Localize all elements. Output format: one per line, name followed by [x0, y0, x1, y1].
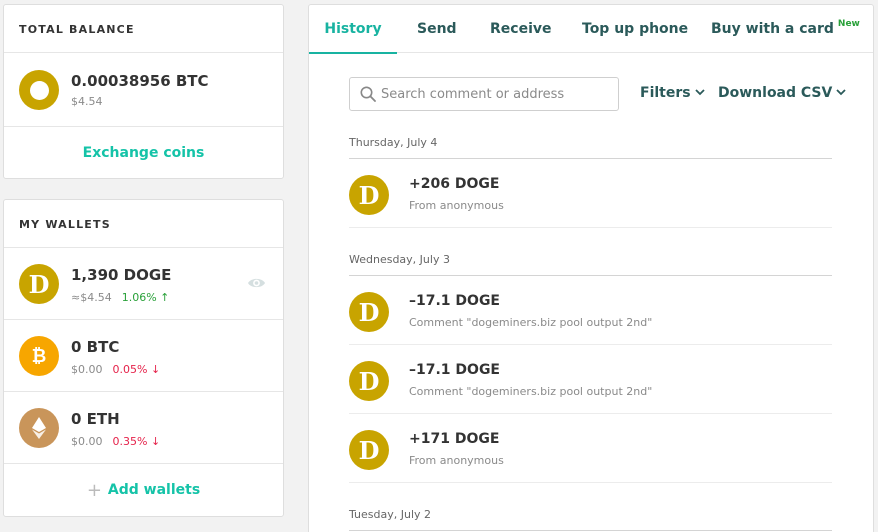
balance-coin-icon: [19, 70, 59, 110]
exchange-coins-link[interactable]: Exchange coins: [4, 127, 283, 179]
total-balance-row: 0.00038956 BTC $4.54: [4, 53, 283, 127]
filters-label: Filters: [640, 85, 691, 101]
add-wallets-button[interactable]: + Add wallets: [4, 464, 283, 516]
eye-icon[interactable]: [247, 276, 266, 290]
plus-icon: +: [86, 479, 102, 501]
doge-icon: D: [349, 175, 389, 215]
day-header: Thursday, July 4: [349, 136, 438, 149]
day-header: Tuesday, July 2: [349, 508, 432, 521]
tab-buy-with-card[interactable]: Buy with a card New: [711, 5, 860, 53]
day-divider: [349, 275, 832, 276]
wallet-fiat-line: $0.00 0.35% ↓: [71, 435, 160, 448]
doge-icon: D: [349, 430, 389, 470]
doge-icon: D: [349, 292, 389, 332]
search-box[interactable]: [349, 77, 619, 111]
transaction-detail: Comment "dogeminers.biz pool output 2nd": [409, 316, 653, 329]
my-wallets-title: MY WALLETS: [4, 200, 283, 248]
tab-history[interactable]: History: [309, 5, 397, 54]
total-balance-amount: 0.00038956 BTC: [71, 72, 209, 90]
tab-buy-label: Buy with a card: [711, 21, 834, 37]
transaction-amount: +206 DOGE: [409, 176, 500, 192]
chevron-down-icon: [836, 89, 846, 96]
tab-receive[interactable]: Receive: [490, 5, 552, 53]
transaction-amount: –17.1 DOGE: [409, 362, 500, 378]
doge-icon: D: [19, 264, 59, 304]
chevron-down-icon: [694, 89, 705, 96]
tab-top-up-phone[interactable]: Top up phone: [582, 5, 688, 53]
btc-icon: ₿: [19, 336, 59, 376]
day-divider: [349, 530, 832, 531]
total-balance-title: TOTAL BALANCE: [4, 5, 283, 53]
new-badge: New: [837, 19, 860, 29]
transaction-detail: From anonymous: [409, 454, 504, 467]
transaction-row[interactable]: D +206 DOGE From anonymous: [349, 160, 832, 228]
transaction-detail: From anonymous: [409, 199, 504, 212]
wallet-amount: 0 BTC: [71, 338, 120, 356]
download-csv-label: Download CSV: [718, 85, 833, 101]
search-input[interactable]: [381, 83, 611, 105]
transaction-row[interactable]: D +171 DOGE From anonymous: [349, 415, 832, 483]
wallet-fiat: ≈$4.54: [71, 291, 112, 304]
history-panel: History Send Receive Top up phone Buy wi…: [308, 4, 874, 532]
search-icon: [360, 86, 376, 102]
doge-icon: D: [349, 361, 389, 401]
tab-bar: History Send Receive Top up phone Buy wi…: [309, 5, 873, 54]
transaction-amount: +171 DOGE: [409, 431, 500, 447]
total-balance-fiat: $4.54: [71, 95, 103, 108]
add-wallets-label: Add wallets: [107, 482, 201, 498]
my-wallets-card: MY WALLETS D 1,390 DOGE ≈$4.54 1.06% ↑ ₿ …: [3, 199, 284, 517]
wallet-change: 0.35% ↓: [112, 435, 161, 448]
download-csv-dropdown[interactable]: Download CSV: [718, 85, 846, 101]
wallet-fiat-line: ≈$4.54 1.06% ↑: [71, 291, 169, 304]
day-header: Wednesday, July 3: [349, 253, 450, 266]
wallet-fiat: $0.00: [71, 435, 103, 448]
transaction-amount: –17.1 DOGE: [409, 293, 500, 309]
wallet-fiat: $0.00: [71, 363, 103, 376]
wallet-change: 0.05% ↓: [112, 363, 161, 376]
transaction-detail: Comment "dogeminers.biz pool output 2nd": [409, 385, 653, 398]
day-divider: [349, 158, 832, 159]
wallet-change: 1.06% ↑: [121, 291, 170, 304]
wallet-row-eth[interactable]: 0 ETH $0.00 0.35% ↓: [4, 392, 283, 464]
wallet-amount: 0 ETH: [71, 410, 120, 428]
eth-diamond-icon: [32, 417, 46, 439]
wallet-row-btc[interactable]: ₿ 0 BTC $0.00 0.05% ↓: [4, 320, 283, 392]
wallet-row-doge[interactable]: D 1,390 DOGE ≈$4.54 1.06% ↑: [4, 248, 283, 320]
tab-send[interactable]: Send: [417, 5, 457, 53]
wallet-fiat-line: $0.00 0.05% ↓: [71, 363, 160, 376]
filters-dropdown[interactable]: Filters: [640, 85, 705, 101]
eth-icon: [19, 408, 59, 448]
transaction-row[interactable]: D –17.1 DOGE Comment "dogeminers.biz poo…: [349, 277, 832, 345]
transaction-row[interactable]: D –17.1 DOGE Comment "dogeminers.biz poo…: [349, 346, 832, 414]
total-balance-card: TOTAL BALANCE 0.00038956 BTC $4.54 Excha…: [3, 4, 284, 179]
wallet-amount: 1,390 DOGE: [71, 266, 172, 284]
